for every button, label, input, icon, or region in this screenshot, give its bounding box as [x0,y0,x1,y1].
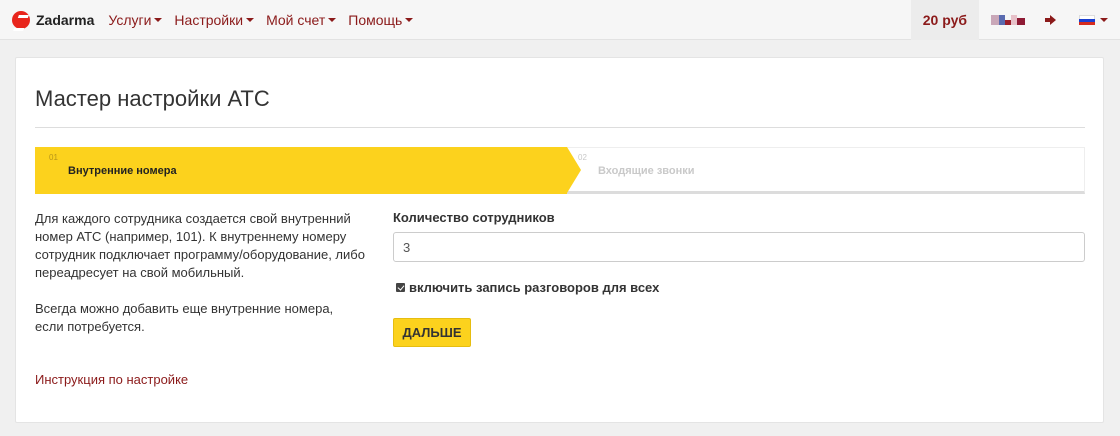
title-divider [35,127,1085,128]
caret-down-icon [1100,18,1108,22]
wizard-steps: 01 Внутренние номера 02 Входящие звонки [35,147,1085,194]
employees-count-label: Количество сотрудников [393,210,555,225]
step-2-number: 02 [578,153,587,162]
balance[interactable]: 20 руб [910,0,979,40]
next-button[interactable]: ДАЛЬШЕ [393,318,471,347]
record-calls-option[interactable]: включить запись разговоров для всех [396,280,659,295]
record-calls-checkbox[interactable] [396,283,405,292]
menu-services[interactable]: Услуги [108,11,163,28]
logout-icon[interactable] [1045,15,1057,25]
step-1-label: Внутренние номера [68,165,177,177]
navbar-right: 20 руб [910,0,1120,40]
russia-flag-icon [1079,15,1095,25]
wizard-panel: Мастер настройки АТС 01 Внутренние номер… [15,57,1104,423]
caret-down-icon [328,17,337,22]
caret-down-icon [405,17,414,22]
caret-down-icon [246,17,255,22]
menu-services-label: Услуги [108,11,152,28]
menu-my-account[interactable]: Мой счет [266,11,337,28]
menu-settings[interactable]: Настройки [174,11,255,28]
brand-name: Zadarma [36,11,95,28]
record-calls-label: включить запись разговоров для всех [409,280,660,295]
zadarma-logo-icon [12,10,30,29]
top-navbar: Zadarma Услуги Настройки Мой счет Помощь… [0,0,1120,40]
main-menu: Услуги Настройки Мой счет Помощь [108,12,425,28]
step-1-number: 01 [49,153,58,162]
menu-help[interactable]: Помощь [348,11,414,28]
setup-instructions-link[interactable]: Инструкция по настройке [35,372,188,387]
step-description: Для каждого сотрудника создается свой вн… [35,210,365,354]
brand[interactable]: Zadarma [12,0,94,40]
menu-help-label: Помощь [348,11,403,28]
menu-settings-label: Настройки [174,11,244,28]
menu-my-account-label: Мой счет [266,11,326,28]
language-selector[interactable] [1079,15,1108,25]
page-title: Мастер настройки АТС [35,86,270,111]
description-paragraph: Всегда можно добавить еще внутренние ном… [35,301,334,334]
description-paragraph: Для каждого сотрудника создается свой вн… [35,211,365,280]
country-flags-icon[interactable] [991,15,1025,25]
employees-count-input[interactable] [393,232,1085,262]
caret-down-icon [154,17,163,22]
step-2-label[interactable]: Входящие звонки [598,165,695,177]
